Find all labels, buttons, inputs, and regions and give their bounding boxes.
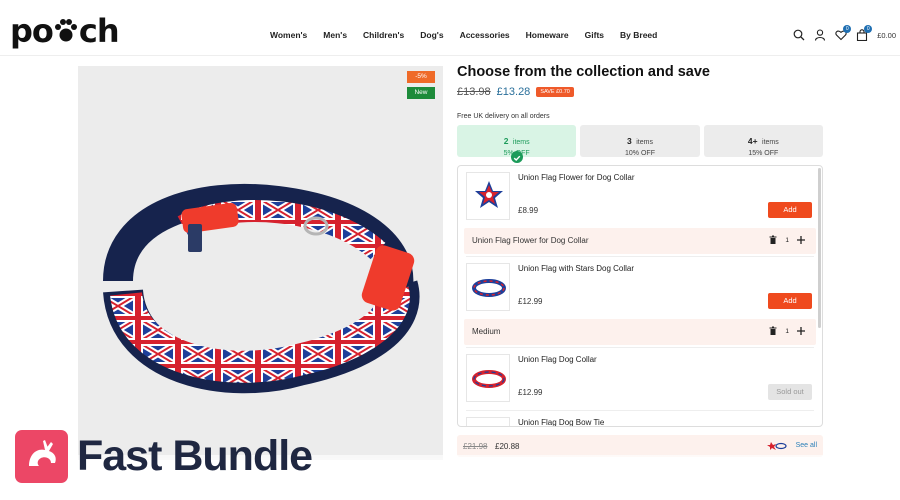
- cart-total[interactable]: £0.00: [877, 31, 896, 40]
- bundle-panel: Choose from the collection and save £13.…: [457, 62, 823, 457]
- tier-4-plus-items[interactable]: 4+ items 15% OFF: [703, 125, 823, 157]
- paw-icon: [54, 19, 77, 42]
- main-nav: Women's Men's Children's Dog's Accessori…: [262, 30, 665, 40]
- quantity-stepper: 1: [768, 235, 806, 245]
- search-icon[interactable]: [793, 29, 805, 41]
- tier-3-items[interactable]: 3 items 10% OFF: [580, 125, 700, 157]
- product-thumbnail[interactable]: [466, 263, 510, 311]
- nav-dogs[interactable]: Dog's: [412, 30, 451, 40]
- user-icon[interactable]: [814, 29, 826, 41]
- trash-icon[interactable]: [768, 235, 778, 245]
- list-item: Union Flag Dog Bow Tie: [458, 411, 822, 426]
- item-name[interactable]: Union Flag Flower for Dog Collar: [518, 173, 635, 182]
- bundle-summary-bar: £21.98 £20.88 See all: [457, 435, 823, 457]
- item-name[interactable]: Union Flag Dog Bow Tie: [518, 418, 604, 426]
- item-price: £12.99: [518, 388, 543, 397]
- cart-count-badge: 0: [864, 25, 873, 33]
- bundle-thumbnails-icon: [767, 442, 787, 450]
- site-header: po ch Women's Men's Children's Dog's Acc…: [0, 0, 900, 56]
- cart-bag-icon[interactable]: 0: [856, 25, 873, 41]
- bundle-title: Choose from the collection and save: [457, 64, 710, 80]
- check-icon: [510, 151, 523, 163]
- variant-label: Union Flag Flower for Dog Collar: [472, 236, 589, 245]
- product-thumbnail[interactable]: [466, 172, 510, 220]
- quantity-stepper: 1: [768, 326, 806, 336]
- product-thumbnail[interactable]: [466, 354, 510, 402]
- tier-qty: 2: [503, 136, 509, 146]
- wishlist-count-badge: 0: [843, 25, 852, 33]
- nav-childrens[interactable]: Children's: [355, 30, 412, 40]
- tier-unit: items: [512, 139, 530, 146]
- product-image[interactable]: [78, 66, 443, 460]
- product-thumbnail[interactable]: [466, 417, 510, 426]
- save-badge: SAVE £0.70: [536, 87, 574, 97]
- page: po ch Women's Men's Children's Dog's Acc…: [0, 0, 900, 500]
- selected-variant-row: Union Flag Flower for Dog Collar 1: [464, 228, 816, 254]
- item-price: £8.99: [518, 206, 539, 215]
- store-logo[interactable]: po ch: [10, 12, 120, 50]
- tier-unit: items: [636, 139, 653, 146]
- fast-bundle-wordmark: Fast Bundle: [77, 432, 313, 480]
- item-price: £12.99: [518, 297, 543, 306]
- nav-by-breed[interactable]: By Breed: [612, 30, 665, 40]
- add-button[interactable]: Add: [768, 202, 812, 218]
- plus-icon[interactable]: [796, 235, 806, 245]
- tier-unit: items: [762, 139, 779, 146]
- bundle-product-list[interactable]: Union Flag Flower for Dog Collar £8.99 A…: [457, 165, 823, 427]
- tier-discount: 10% OFF: [625, 150, 655, 157]
- sold-out-button: Sold out: [768, 384, 812, 400]
- logo-po: po: [10, 12, 54, 50]
- nav-mens[interactable]: Men's: [315, 30, 355, 40]
- wishlist-heart-icon[interactable]: 0: [835, 25, 852, 41]
- fast-bundle-logo-icon: [15, 430, 68, 483]
- tier-qty: 3: [627, 136, 632, 146]
- quantity-value: 1: [785, 327, 789, 335]
- quantity-value: 1: [785, 236, 789, 244]
- new-price: £13.28: [496, 86, 531, 98]
- nav-homeware[interactable]: Homeware: [518, 30, 577, 40]
- delivery-note: Free UK delivery on all orders: [457, 113, 550, 120]
- tier-2-items[interactable]: 2 items 5% OFF: [457, 125, 577, 163]
- trash-icon[interactable]: [768, 326, 778, 336]
- nav-accessories[interactable]: Accessories: [452, 30, 518, 40]
- add-button[interactable]: Add: [768, 293, 812, 309]
- new-badge: New: [407, 87, 435, 99]
- variant-label: Medium: [472, 327, 501, 336]
- selected-variant-row: Medium 1: [464, 319, 816, 345]
- dog-collar-illustration: [103, 183, 420, 394]
- item-name[interactable]: Union Flag with Stars Dog Collar: [518, 264, 634, 273]
- summary-old-total: £21.98: [463, 442, 488, 451]
- logo-ch: ch: [78, 12, 120, 50]
- tier-qty: 4+: [747, 136, 758, 146]
- tier-discount: 15% OFF: [748, 150, 779, 157]
- nav-gifts[interactable]: Gifts: [577, 30, 612, 40]
- old-price: £13.98: [457, 86, 491, 98]
- header-actions: 0 0 £0.00: [793, 25, 896, 41]
- price-row: £13.98 £13.28 SAVE £0.70: [457, 84, 823, 100]
- list-item: Union Flag with Stars Dog Collar £12.99 …: [458, 257, 822, 319]
- see-all-link[interactable]: See all: [796, 442, 817, 449]
- nav-womens[interactable]: Women's: [262, 30, 315, 40]
- quantity-tiers: 2 items 5% OFF 3 items 10% OFF 4+ items …: [457, 125, 823, 163]
- summary-new-total: £20.88: [495, 442, 520, 451]
- discount-badge: -5%: [407, 71, 435, 83]
- plus-icon[interactable]: [796, 326, 806, 336]
- list-item: Union Flag Dog Collar £12.99 Sold out: [458, 348, 822, 410]
- item-name[interactable]: Union Flag Dog Collar: [518, 355, 597, 364]
- list-item: Union Flag Flower for Dog Collar £8.99 A…: [458, 166, 822, 228]
